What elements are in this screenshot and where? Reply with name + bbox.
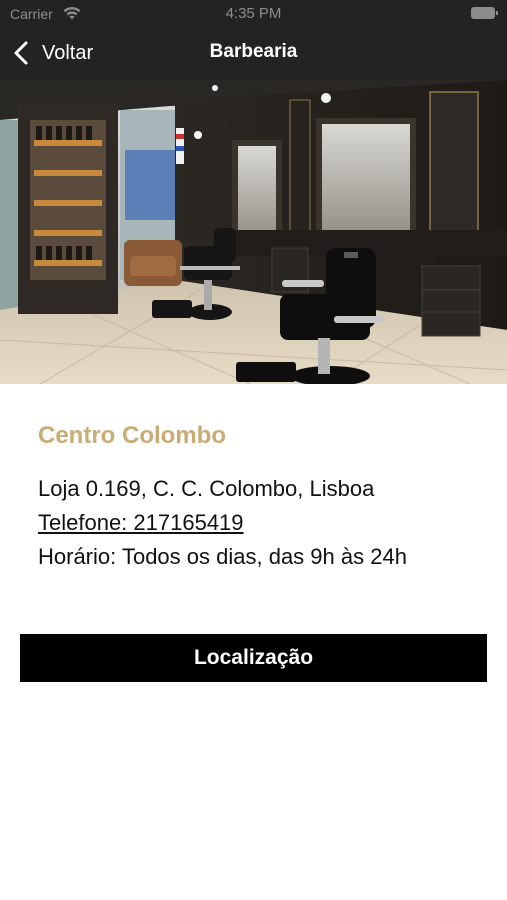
page-title: Barbearia: [209, 41, 298, 62]
barbershop-interior-image: [0, 80, 507, 384]
shop-info: Centro Colombo Loja 0.169, C. C. Colombo…: [38, 420, 478, 574]
shop-name: Centro Colombo: [38, 422, 226, 449]
app-header: Carrier 4:35 PM Voltar Barbearia: [0, 0, 507, 80]
shop-phone-link[interactable]: Telefone: 217165419: [38, 506, 478, 540]
shop-hours: Horário: Todos os dias, das 9h às 24h: [38, 544, 407, 569]
shop-address: Loja 0.169, C. C. Colombo, Lisboa: [38, 476, 375, 501]
shop-photo: [0, 80, 507, 384]
status-time: 4:35 PM: [225, 5, 282, 22]
location-button[interactable]: Localização: [20, 634, 487, 682]
status-bar: Carrier 4:35 PM: [0, 0, 507, 28]
nav-bar: Voltar Barbearia: [0, 28, 507, 80]
battery-icon: [471, 7, 498, 19]
